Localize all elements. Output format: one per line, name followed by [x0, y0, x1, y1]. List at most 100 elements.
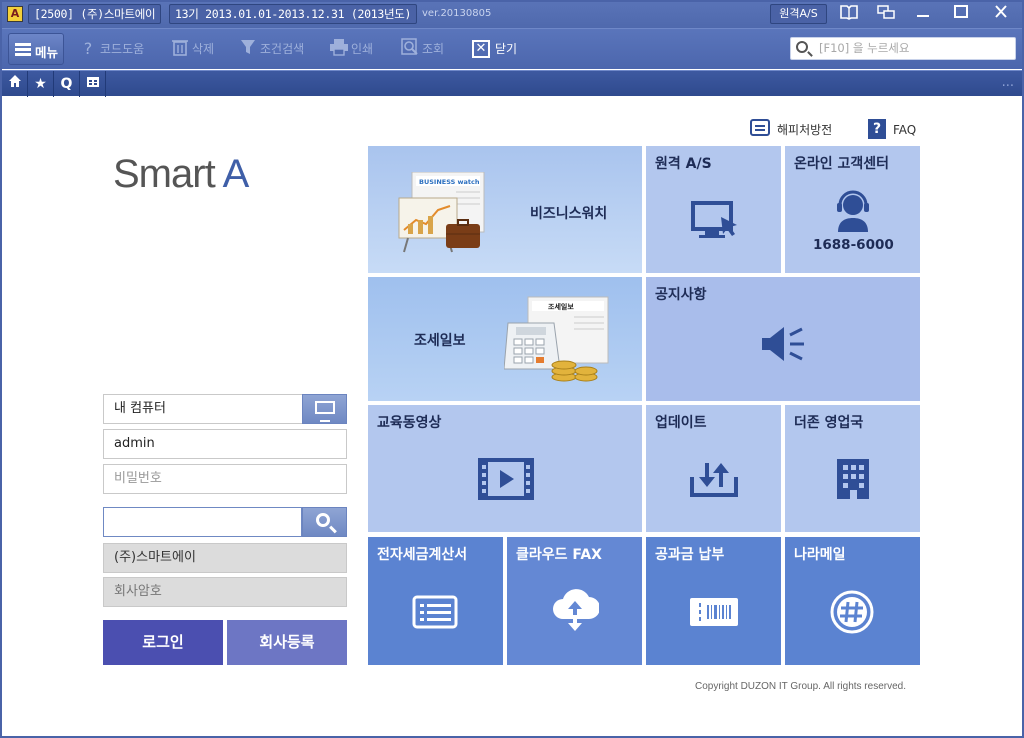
tile-duzon-sales[interactable]: 더존 영업국 [785, 405, 920, 532]
tile-remote-as[interactable]: 원격 A/S [646, 146, 781, 273]
toolbar: 메뉴 ? 코드도움 삭제 조건검색 인쇄 조회 ✕ 닫기 [F10] 을 누르세요 [0, 28, 1024, 69]
faq-link[interactable]: ? FAQ [868, 119, 917, 141]
tile-business-watch[interactable]: BUSINESS watch 비즈니스워치 [368, 146, 642, 273]
tile-e-tax-invoice[interactable]: 전자세금계산서 [368, 537, 503, 665]
my-computer-button[interactable] [302, 394, 347, 424]
print-button[interactable]: 인쇄 [329, 38, 373, 60]
company-password-field[interactable]: 회사암호 [103, 577, 347, 607]
film-play-icon [478, 458, 534, 504]
faq-question-icon: ? [868, 119, 886, 139]
menu-button[interactable]: 메뉴 [8, 33, 64, 65]
windows-icon[interactable] [874, 4, 898, 24]
main-content: 해피처방전 ? FAQ Smart A 내 컴퓨터 admin 비밀번호 (주)… [3, 97, 1021, 735]
company-code-selector[interactable]: [2500] (주)스마트에이 [28, 4, 162, 24]
delete-label: 삭제 [192, 42, 215, 56]
inquiry-icon [400, 38, 420, 62]
faq-label: FAQ [893, 123, 917, 137]
close-icon[interactable] [989, 4, 1013, 24]
smart-a-logo: Smart A [113, 152, 249, 197]
tax-daily-label: 조세일보 [414, 333, 466, 349]
fiscal-period-selector[interactable]: 13기 2013.01.01-2013.12.31 (2013년도) [169, 4, 418, 24]
password-field[interactable]: 비밀번호 [103, 464, 347, 494]
newspaper-chart-icon: BUSINESS watch [396, 171, 496, 260]
bw-paper-label: BUSINESS watch [419, 178, 480, 186]
happy-call-link[interactable]: 해피처방전 [750, 119, 833, 141]
notice-label: 공지사항 [655, 287, 707, 303]
printer-icon [329, 38, 349, 62]
company-name-field[interactable]: (주)스마트에이 [103, 543, 347, 573]
more-icon[interactable]: ... [1002, 75, 1014, 90]
trash-icon [170, 38, 190, 62]
register-company-button[interactable]: 회사등록 [227, 620, 347, 665]
title-bar: A [2500] (주)스마트에이 13기 2013.01.01-2013.12… [0, 0, 1024, 28]
inquiry-button[interactable]: 조회 [400, 38, 444, 60]
tile-nara-mail[interactable]: 나라메일 [785, 537, 920, 665]
nara-mail-label: 나라메일 [794, 547, 846, 563]
duzon-sales-label: 더존 영업국 [794, 415, 864, 431]
public-payment-label: 공과금 납부 [655, 547, 725, 563]
barcode-bill-icon [689, 597, 739, 631]
e-tax-invoice-label: 전자세금계산서 [377, 547, 468, 563]
menu-label: 메뉴 [35, 45, 59, 60]
update-label: 업데이트 [655, 415, 707, 431]
tile-cloud-fax[interactable]: 클라우드 FAX [507, 537, 642, 665]
code-help-label: 코드도움 [100, 42, 145, 56]
maximize-icon[interactable] [949, 4, 973, 24]
user-id-field[interactable]: admin [103, 429, 347, 459]
cloud-transfer-icon [551, 587, 600, 637]
condition-search-button[interactable]: 조건검색 [238, 38, 304, 60]
filter-icon [238, 38, 258, 62]
app-icon: A [7, 6, 23, 22]
customer-phone: 1688-6000 [813, 237, 894, 253]
condition-search-label: 조건검색 [260, 42, 305, 56]
tile-update[interactable]: 업데이트 [646, 405, 781, 532]
global-search-input[interactable]: [F10] 을 누르세요 [790, 37, 1016, 60]
calendar-icon[interactable] [80, 71, 106, 97]
chat-bubble-icon [750, 119, 770, 136]
calculator-newspaper-icon: 조세일보 [503, 295, 616, 389]
invoice-list-icon [412, 595, 458, 633]
print-label: 인쇄 [351, 42, 374, 56]
hash-mail-icon [829, 589, 875, 639]
tile-customer-center[interactable]: 온라인 고객센터 1688-6000 [785, 146, 920, 273]
tile-edu-video[interactable]: 교육동영상 [368, 405, 642, 532]
logo-smart-text: Smart [113, 152, 223, 196]
star-icon[interactable]: ★ [28, 71, 54, 97]
q-icon[interactable]: Q [54, 71, 80, 97]
tile-tax-daily[interactable]: 조세일보 조세일보 [368, 277, 642, 401]
download-upload-icon [690, 461, 738, 501]
copyright-text: Copyright DUZON IT Group. All rights res… [695, 681, 906, 692]
close-window-button[interactable]: ✕ 닫기 [472, 38, 517, 60]
version-label: ver.20130805 [422, 8, 492, 19]
tile-notice[interactable]: 공지사항 [646, 277, 920, 401]
remote-as-label: 원격 A/S [655, 156, 712, 172]
home-icon[interactable] [2, 71, 28, 97]
close-box-icon: ✕ [472, 40, 490, 58]
business-watch-label: 비즈니스워치 [530, 206, 608, 222]
edu-video-label: 교육동영상 [377, 415, 442, 431]
cloud-fax-label: 클라우드 FAX [516, 547, 602, 563]
delete-button[interactable]: 삭제 [170, 38, 214, 60]
megaphone-icon [760, 325, 808, 367]
search-icon [796, 41, 808, 53]
monitor-icon [315, 401, 335, 422]
happy-call-label: 해피처방전 [777, 123, 833, 137]
search-icon [316, 513, 330, 527]
inquiry-label: 조회 [422, 42, 445, 56]
hamburger-icon [15, 43, 31, 56]
computer-select-value: 내 컴퓨터 [114, 401, 166, 416]
company-search-input[interactable] [103, 507, 302, 537]
monitor-cursor-icon [691, 201, 741, 243]
tax-paper-label: 조세일보 [548, 302, 574, 311]
book-icon[interactable] [837, 4, 861, 24]
tile-public-payment[interactable]: 공과금 납부 [646, 537, 781, 665]
login-button[interactable]: 로그인 [103, 620, 223, 665]
remote-support-button[interactable]: 원격A/S [770, 4, 827, 24]
company-search-button[interactable] [302, 507, 347, 537]
question-icon: ? [83, 39, 93, 58]
code-help-button[interactable]: ? 코드도움 [78, 38, 144, 60]
building-icon [835, 457, 871, 505]
close-label: 닫기 [495, 42, 518, 56]
minimize-icon[interactable] [911, 4, 935, 24]
search-placeholder: [F10] 을 누르세요 [819, 41, 910, 55]
